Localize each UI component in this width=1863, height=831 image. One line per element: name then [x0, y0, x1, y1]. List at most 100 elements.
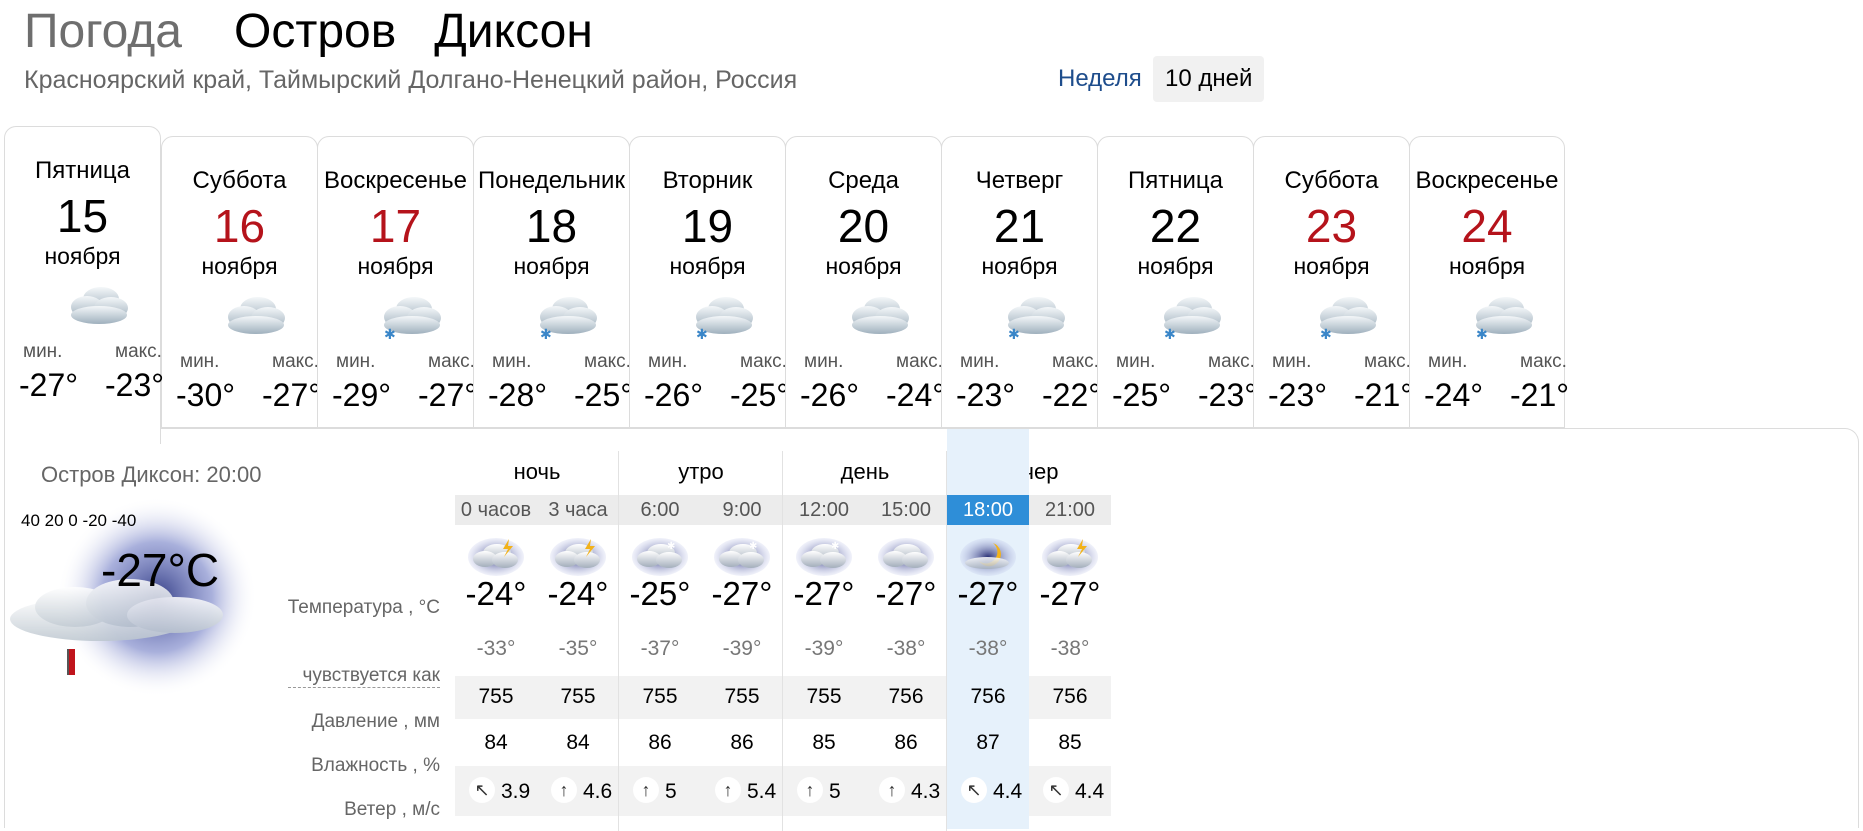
hour-humidity: 86	[648, 731, 672, 754]
hour-humidity: 85	[1058, 731, 1082, 754]
hour-label[interactable]: 12:00	[783, 495, 865, 525]
day-tab[interactable]: Понедельник 18 ноября ✱ мин. макс. -28° -25°	[473, 136, 633, 428]
day-tab[interactable]: Воскресенье 17 ноября ✱ мин. макс. -29° -27°	[317, 136, 478, 428]
min-temp: -23°	[956, 377, 1016, 413]
min-temp: -30°	[176, 377, 236, 413]
svg-text:✱: ✱	[1320, 327, 1332, 341]
thermometer-scale: 40 20 0 -20 -40	[21, 511, 137, 530]
weather-label: Погода	[24, 5, 182, 58]
min-label: мин.	[960, 351, 1000, 372]
label-feels-like[interactable]: чувствуется как	[288, 665, 440, 688]
day-month: ноября	[981, 253, 1058, 279]
day-tab[interactable]: Пятница 22 ноября ✱ мин. макс. -25° -23°	[1097, 136, 1257, 428]
day-tab[interactable]: Пятница 15 ноября мин. макс. -27° -23°	[4, 126, 164, 444]
label-wind: Ветер , м/с	[344, 799, 440, 820]
day-name: Пятница	[1128, 167, 1223, 194]
svg-text:✱: ✱	[749, 541, 757, 552]
hourly-detail-panel: Остров Диксон: 20:00 40 20 0 -20 -40 -27…	[4, 428, 1859, 831]
hour-label[interactable]: 21:00	[1029, 495, 1111, 525]
hour-label[interactable]: 0 часов	[455, 495, 537, 525]
city-name-part1: Остров	[234, 5, 397, 58]
min-temp: -28°	[488, 377, 548, 413]
week-link[interactable]: Неделя	[1046, 56, 1154, 102]
min-label: мин.	[648, 351, 688, 372]
wind-direction-icon: ↑	[551, 777, 577, 803]
day-tab[interactable]: Суббота 16 ноября мин. макс. -30° -27°	[161, 136, 321, 428]
hour-feels-like: -39°	[722, 637, 762, 660]
day-number: 22	[1149, 200, 1202, 252]
ten-days-tab[interactable]: 10 дней	[1153, 56, 1265, 102]
day-tab[interactable]: Суббота 23 ноября ✱ мин. макс. -23° -21°	[1253, 136, 1414, 428]
cloudy-snow-icon: ✱	[1314, 289, 1380, 343]
hour-humidity: 86	[730, 731, 754, 754]
hour-humidity: 87	[976, 731, 1000, 754]
night-cloudy-snow-icon: ✱	[631, 533, 689, 577]
cloudy-snow-icon: ✱	[1158, 289, 1224, 343]
day-number: 15	[56, 190, 109, 242]
hour-pressure: 755	[642, 685, 678, 708]
wind-direction-icon: ↑	[879, 777, 905, 803]
day-number: 21	[993, 200, 1046, 252]
day-name: Воскресенье	[1415, 167, 1559, 194]
hour-column: 9:00 ✱ -27° -39° 755 86 ↑ 5.4	[701, 429, 783, 829]
hour-wind-speed: 4.6	[583, 780, 613, 803]
max-temp: -27°	[418, 377, 478, 413]
day-month: ноября	[825, 253, 902, 279]
min-temp: -26°	[644, 377, 704, 413]
hour-wind-speed: 4.4	[1075, 780, 1105, 803]
hour-feels-like: -38°	[968, 637, 1008, 660]
hour-feels-like: -37°	[640, 637, 680, 660]
day-name: Вторник	[662, 167, 753, 194]
hourly-grid: ночьутроденьвечер0 часов-24°-33°75584↖3.…	[455, 429, 1312, 831]
cloudy-icon	[65, 279, 131, 331]
hour-temperature: -24°	[547, 575, 609, 612]
region-text: Красноярский край, Таймырский Долгано-Не…	[24, 66, 798, 94]
hour-pressure: 755	[806, 685, 842, 708]
hour-temperature: -27°	[711, 575, 773, 612]
max-temp: -21°	[1354, 377, 1414, 413]
hour-column: 15:00 -27° -38° 756 86 ↑ 4.3	[865, 429, 947, 829]
label-temperature: Температура , °C	[287, 597, 440, 618]
day-tab[interactable]: Четверг 21 ноября ✱ мин. макс. -23° -22°	[941, 136, 1101, 428]
hour-label[interactable]: 6:00	[619, 495, 701, 525]
hour-humidity: 84	[484, 731, 508, 754]
city-name-part2: Диксон	[434, 5, 593, 58]
day-tabs: Пятница 15 ноября мин. макс. -27° -23° Суббота 1…	[4, 126, 1863, 444]
svg-text:✱: ✱	[540, 327, 552, 341]
cloudy-icon	[846, 289, 912, 341]
day-tab[interactable]: Вторник 19 ноября ✱ мин. макс. -26° -25°	[629, 136, 789, 428]
day-name: Среда	[828, 167, 899, 194]
hour-pressure: 756	[888, 685, 924, 708]
thermometer-icon	[67, 649, 75, 675]
hour-label[interactable]: 9:00	[701, 495, 783, 525]
hour-label[interactable]: 3 часа	[537, 495, 619, 525]
day-month: ноября	[201, 253, 278, 279]
day-month: ноября	[669, 253, 746, 279]
hour-column: 0 часов -24° -33° 755 84 ↖ 3.9	[455, 429, 537, 829]
hour-wind-speed: 5	[829, 780, 841, 803]
hour-feels-like: -38°	[1050, 637, 1090, 660]
hour-pressure: 756	[1052, 685, 1088, 708]
hour-label[interactable]: 15:00	[865, 495, 947, 525]
svg-text:✱: ✱	[1476, 327, 1488, 341]
min-label: мин.	[23, 341, 63, 362]
day-number: 24	[1461, 200, 1513, 252]
night-cloudy-icon	[877, 533, 935, 577]
max-temp: -21°	[1510, 377, 1570, 413]
day-tab[interactable]: Среда 20 ноября мин. макс. -26° -24°	[785, 136, 945, 428]
svg-text:✱: ✱	[831, 541, 839, 552]
wind-direction-icon: ↑	[633, 777, 659, 803]
wind-direction-icon: ↖	[1043, 777, 1069, 803]
max-label: макс.	[1364, 351, 1411, 372]
label-pressure: Давление , мм	[311, 711, 440, 732]
min-temp: -25°	[1112, 377, 1172, 413]
label-humidity: Влажность , %	[311, 755, 440, 776]
day-name: Суббота	[1284, 167, 1379, 194]
hour-wind-speed: 5	[665, 780, 677, 803]
hour-humidity: 84	[566, 731, 590, 754]
hour-feels-like: -35°	[558, 637, 598, 660]
day-tab[interactable]: Воскресенье 24 ноября ✱ мин. макс. -24° -21°	[1409, 136, 1569, 428]
hour-wind-speed: 4.3	[911, 780, 941, 803]
svg-text:✱: ✱	[384, 327, 396, 341]
hour-label[interactable]: 18:00	[947, 495, 1029, 525]
